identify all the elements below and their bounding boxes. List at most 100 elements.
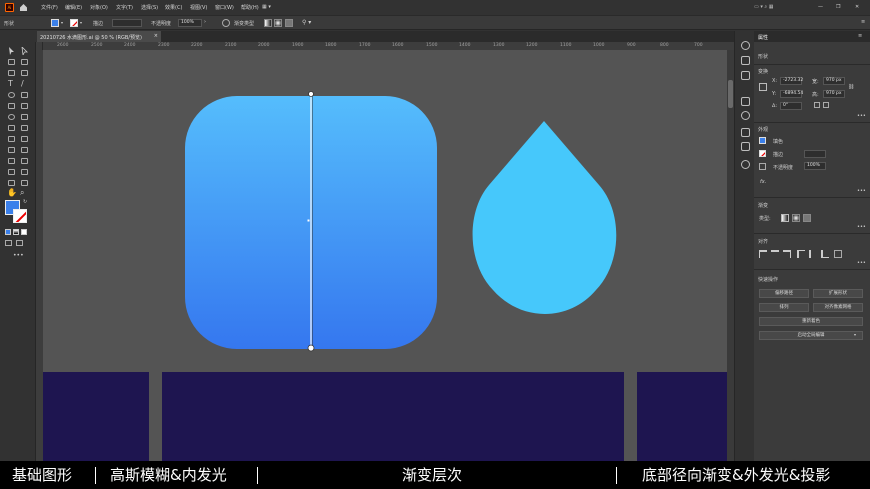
align-top-icon[interactable] bbox=[797, 250, 805, 258]
gradient-linear-button[interactable] bbox=[781, 214, 789, 222]
lasso-tool-icon[interactable] bbox=[21, 59, 28, 65]
menu-file[interactable]: 文件(F) bbox=[41, 4, 58, 11]
home-icon[interactable] bbox=[19, 3, 28, 12]
stroke-weight-field[interactable] bbox=[112, 19, 142, 27]
fill-swatch[interactable] bbox=[759, 137, 766, 144]
eyedropper-tool-icon[interactable] bbox=[8, 158, 15, 164]
opacity-field[interactable]: 100% bbox=[178, 19, 202, 27]
more-align-icon[interactable]: ••• bbox=[857, 260, 866, 266]
panel-menu-icon[interactable]: ≡ bbox=[858, 33, 862, 39]
w-field[interactable]: 970 px bbox=[823, 77, 845, 85]
x-field[interactable]: -2723.32 bbox=[780, 77, 803, 85]
artboard-left[interactable] bbox=[43, 372, 149, 461]
curvature-tool-icon[interactable] bbox=[21, 70, 28, 76]
menu-select[interactable]: 选择(S) bbox=[141, 4, 158, 11]
appearance-panel-icon[interactable] bbox=[741, 111, 750, 120]
menu-view[interactable]: 视图(V) bbox=[190, 4, 207, 11]
y-field[interactable]: -6894.54 bbox=[780, 90, 803, 98]
canvas[interactable] bbox=[43, 50, 727, 461]
opacity-label[interactable]: 不透明度 bbox=[773, 164, 793, 171]
pixel-grid-button[interactable]: 对齐像素网格 bbox=[813, 303, 863, 312]
minimize-icon[interactable]: — bbox=[818, 4, 823, 10]
direct-selection-tool-icon[interactable] bbox=[21, 47, 28, 55]
gradient-end-handle[interactable] bbox=[307, 344, 315, 352]
zoom-tool-icon[interactable]: ⌕ bbox=[20, 188, 24, 198]
type-tool-icon[interactable]: T bbox=[8, 79, 13, 88]
align-left-icon[interactable] bbox=[759, 250, 767, 258]
gradient-radial-button[interactable] bbox=[274, 19, 282, 27]
align-options-icon[interactable]: ⚲ ▾ bbox=[302, 19, 311, 26]
screen-mode-icon[interactable] bbox=[16, 240, 23, 246]
scrollbar-thumb[interactable] bbox=[728, 80, 733, 108]
artboards-panel-icon[interactable] bbox=[741, 142, 750, 151]
rotate-field[interactable]: 0° bbox=[780, 102, 802, 110]
menu-window[interactable]: 窗口(W) bbox=[215, 4, 234, 11]
swap-colors-icon[interactable]: ↻ bbox=[23, 199, 27, 205]
offset-path-button[interactable]: 偏移路径 bbox=[759, 289, 809, 298]
blend-tool-icon[interactable] bbox=[21, 158, 28, 164]
export-panel-icon[interactable] bbox=[741, 128, 750, 137]
shape-builder-tool-icon[interactable] bbox=[8, 136, 15, 142]
menu-object[interactable]: 对象(O) bbox=[90, 4, 108, 11]
align-vcenter-icon[interactable] bbox=[809, 250, 817, 258]
more-options-icon[interactable]: ••• bbox=[857, 113, 866, 119]
mesh-tool-icon[interactable] bbox=[8, 147, 15, 153]
width-tool-icon[interactable] bbox=[8, 125, 15, 131]
gradient-linear-button[interactable] bbox=[264, 19, 272, 27]
align-hcenter-icon[interactable] bbox=[771, 250, 779, 258]
ellipse-tool-icon[interactable] bbox=[8, 92, 15, 98]
perspective-grid-tool-icon[interactable] bbox=[21, 136, 28, 142]
tab-properties[interactable]: 属性 bbox=[758, 34, 768, 41]
gradient-start-handle[interactable] bbox=[308, 91, 314, 97]
fx-button[interactable]: fx. bbox=[760, 179, 766, 185]
stroke-color-swatch[interactable] bbox=[13, 209, 27, 223]
color-mode-none[interactable] bbox=[21, 229, 27, 235]
tab-close-icon[interactable]: × bbox=[154, 33, 158, 39]
stroke-dropdown[interactable]: ▾ bbox=[80, 20, 82, 25]
selection-tool-icon[interactable] bbox=[8, 47, 15, 55]
hand-tool-icon[interactable]: ✋ bbox=[7, 188, 17, 197]
menu-type[interactable]: 文字(T) bbox=[116, 4, 133, 11]
workspace-switch-icon[interactable]: ▦ ▾ bbox=[262, 4, 271, 10]
more-gradient-icon[interactable]: ••• bbox=[857, 224, 866, 230]
eraser-tool-icon[interactable] bbox=[21, 103, 28, 109]
stroke-swatch[interactable] bbox=[70, 19, 78, 27]
align-to-icon[interactable] bbox=[834, 250, 842, 258]
window-controls[interactable]: ▭ ▾ ⌕ ▦ bbox=[754, 4, 774, 10]
scale-tool-icon[interactable] bbox=[21, 114, 28, 120]
vertical-scrollbar[interactable] bbox=[727, 50, 734, 461]
gradient-freeform-button[interactable] bbox=[285, 19, 293, 27]
color-mode-color[interactable] bbox=[5, 229, 11, 235]
artboard-tool-icon[interactable] bbox=[8, 180, 15, 186]
gradient-freeform-button[interactable] bbox=[803, 214, 811, 222]
swatches-panel-icon[interactable] bbox=[741, 71, 750, 80]
libraries-panel-icon[interactable] bbox=[741, 56, 750, 65]
free-transform-tool-icon[interactable] bbox=[21, 125, 28, 131]
collapse-icon[interactable]: ≡ bbox=[861, 19, 865, 25]
magic-wand-tool-icon[interactable] bbox=[8, 59, 15, 65]
rotate-tool-icon[interactable] bbox=[8, 114, 15, 120]
opacity-field[interactable]: 100% bbox=[804, 162, 826, 170]
paintbrush-tool-icon[interactable] bbox=[21, 92, 28, 98]
constrain-proportions-icon[interactable]: ⛓ bbox=[848, 84, 854, 90]
stroke-label[interactable]: 描边 bbox=[773, 151, 783, 158]
menu-edit[interactable]: 编辑(E) bbox=[65, 4, 82, 11]
artboard-right[interactable] bbox=[637, 372, 727, 461]
close-icon[interactable]: ✕ bbox=[855, 4, 859, 10]
h-field[interactable]: 970 px bbox=[823, 90, 845, 98]
color-panel-icon[interactable] bbox=[741, 41, 750, 50]
stroke-swatch[interactable] bbox=[759, 150, 766, 157]
flip-vertical-icon[interactable] bbox=[823, 102, 829, 108]
global-edit-button[interactable]: 启动全局编辑 bbox=[759, 331, 863, 340]
pen-tool-icon[interactable] bbox=[8, 70, 15, 76]
reference-point-icon[interactable] bbox=[759, 83, 767, 91]
opacity-icon[interactable] bbox=[759, 163, 766, 170]
opacity-arrow[interactable]: › bbox=[204, 19, 206, 25]
stroke-weight-field[interactable] bbox=[804, 150, 826, 158]
slice-tool-icon[interactable] bbox=[21, 180, 28, 186]
align-bottom-icon[interactable] bbox=[821, 250, 829, 258]
recolor-icon[interactable] bbox=[222, 19, 230, 27]
symbol-sprayer-tool-icon[interactable] bbox=[8, 169, 15, 175]
fill-swatch[interactable] bbox=[51, 19, 59, 27]
artboard-center[interactable] bbox=[162, 372, 624, 461]
